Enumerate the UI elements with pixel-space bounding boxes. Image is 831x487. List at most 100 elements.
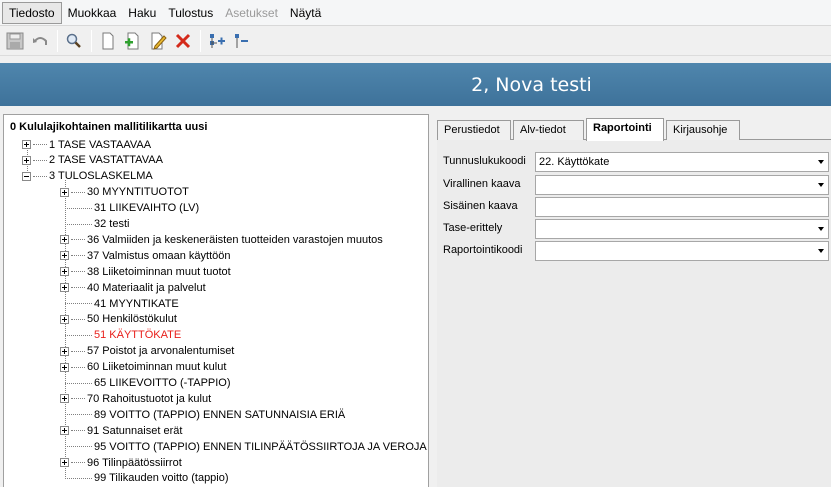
tree-node-label: 41 MYYNTIKATE xyxy=(94,297,179,310)
tree-node[interactable]: 2 TASE VASTATTAVAA xyxy=(22,153,163,168)
raportointikoodi-select[interactable] xyxy=(535,241,829,261)
tree-connector xyxy=(33,144,47,145)
tab-bar: Perustiedot Alv-tiedot Raportointi Kirjauso… xyxy=(437,118,831,141)
collapse-icon[interactable] xyxy=(22,171,31,181)
tree-node-label: 99 Tilikauden voitto (tappio) xyxy=(94,472,229,485)
tree-node-label: 30 MYYNTITUOTOT xyxy=(87,186,189,199)
expand-icon[interactable] xyxy=(60,362,69,372)
expand-tree-icon[interactable] xyxy=(205,29,229,53)
new-document-icon[interactable] xyxy=(96,29,120,53)
expand-icon[interactable] xyxy=(60,458,69,467)
collapse-tree-icon[interactable] xyxy=(230,29,254,53)
tree-node[interactable]: 31 LIIKEVAIHTO (LV) xyxy=(60,201,199,216)
tree-node[interactable]: 40 Materiaalit ja palvelut xyxy=(60,280,206,295)
tree-node-label: 38 Liiketoiminnan muut tuotot xyxy=(87,265,231,278)
tree-node-label: 89 VOITTO (TAPPIO) ENNEN SATUNNAISIA ERI… xyxy=(94,408,346,421)
tab-perustiedot[interactable]: Perustiedot xyxy=(437,120,511,140)
tree-connector xyxy=(65,414,92,416)
menu-item-asetukset: Asetukset xyxy=(225,5,278,20)
tree-connector xyxy=(71,350,85,352)
menu-bar: Tiedosto Muokkaa Haku Tulostus Asetukset Näyt… xyxy=(0,0,831,26)
menu-item-näytä[interactable]: Näytä xyxy=(284,3,327,23)
toolbar-separator xyxy=(200,30,201,52)
details-panel: Perustiedot Alv-tiedot Raportointi Kirjauso… xyxy=(437,114,831,487)
tree-node[interactable]: 30 MYYNTITUOTOT xyxy=(60,185,189,200)
expand-icon[interactable] xyxy=(60,346,69,356)
tree-connector xyxy=(71,239,85,241)
tree-node[interactable]: 1 TASE VASTAAVAA xyxy=(22,137,151,152)
tree-node[interactable]: 3 TULOSLASKELMA xyxy=(22,169,153,184)
tree-node-label: 2 TASE VASTATTAVAA xyxy=(49,154,163,167)
save-icon[interactable] xyxy=(3,29,27,53)
expand-icon[interactable] xyxy=(60,426,69,436)
tree-connector xyxy=(71,191,85,193)
tunnuslukukoodi-select[interactable]: 22. Käyttökate xyxy=(535,152,829,172)
tab-alv-tiedot[interactable]: Alv-tiedot xyxy=(513,120,584,140)
expand-icon[interactable] xyxy=(60,267,69,277)
undo-icon[interactable] xyxy=(28,29,52,53)
tree-connector xyxy=(33,175,47,177)
tree-node-label: 1 TASE VASTAAVAA xyxy=(49,138,152,151)
search-icon[interactable] xyxy=(62,29,86,53)
tree-node[interactable]: 41 MYYNTIKATE xyxy=(60,296,179,311)
tree-node-label: 50 Henkilöstökulut xyxy=(87,313,177,326)
tree-node[interactable]: 50 Henkilöstökulut xyxy=(60,312,177,327)
expand-icon[interactable] xyxy=(60,235,69,245)
virallinen-kaava-label: Virallinen kaava xyxy=(443,178,521,190)
tree-node-label: 57 Poistot ja arvonalentumiset xyxy=(87,345,235,358)
menu-item-muokkaa[interactable]: Muokkaa xyxy=(62,3,123,23)
tree-node[interactable]: 37 Valmistus omaan käyttöön xyxy=(60,248,230,263)
form-row: Sisäinen kaava xyxy=(443,197,829,217)
tree-node[interactable]: 38 Liiketoiminnan muut tuotot xyxy=(60,264,231,279)
form-row: Raportointikoodi xyxy=(443,241,829,261)
tree-node[interactable]: 51 KÄYTTÖKATE xyxy=(60,328,181,343)
tree-connector xyxy=(65,303,92,304)
raportointikoodi-label: Raportointikoodi xyxy=(443,244,523,256)
expand-icon[interactable] xyxy=(60,314,69,324)
tree-connector xyxy=(65,207,92,209)
tab-kirjausohje[interactable]: Kirjausohje xyxy=(666,120,740,140)
tree-connector xyxy=(71,430,85,432)
expand-icon[interactable] xyxy=(22,155,31,165)
tree-node[interactable]: 65 LIIKEVOITTO (-TAPPIO) xyxy=(60,376,231,391)
tree-node-label: 37 Valmistus omaan käyttöön xyxy=(87,249,231,262)
tree-connector xyxy=(71,366,85,368)
tree-node[interactable]: 36 Valmiiden ja keskeneräisten tuotteide… xyxy=(60,232,383,247)
tree-connector xyxy=(71,271,85,273)
tree-node[interactable]: 89 VOITTO (TAPPIO) ENNEN SATUNNAISIA ERI… xyxy=(60,407,345,422)
expand-icon[interactable] xyxy=(60,251,69,261)
expand-icon[interactable] xyxy=(60,283,69,293)
tree-node[interactable]: 32 testi xyxy=(60,217,129,232)
expand-icon[interactable] xyxy=(60,394,69,404)
tree-node[interactable]: 96 Tilinpäätössiirrot xyxy=(60,455,182,470)
tree-node[interactable]: 91 Satunnaiset erät xyxy=(60,423,182,438)
virallinen-kaava-select[interactable] xyxy=(535,175,829,195)
tree-connector xyxy=(65,382,92,384)
delete-icon[interactable] xyxy=(171,29,195,53)
tree-node[interactable]: 99 Tilikauden voitto (tappio) xyxy=(60,471,229,486)
form-row: Virallinen kaava xyxy=(443,175,829,195)
tree-node[interactable]: 57 Poistot ja arvonalentumiset xyxy=(60,344,234,359)
menu-item-tulostus[interactable]: Tulostus xyxy=(162,3,219,23)
tunnuslukukoodi-label: Tunnuslukukoodi xyxy=(443,155,526,167)
tree-node[interactable]: 95 VOITTO (TAPPIO) ENNEN TILINPÄÄTÖSSIIR… xyxy=(60,439,427,454)
tree-connector xyxy=(65,334,92,336)
expand-icon[interactable] xyxy=(60,187,69,197)
tree-root[interactable]: 0 Kululajikohtainen mallitilikartta uusi xyxy=(10,121,207,133)
tree-connector xyxy=(71,255,85,257)
sisäinen-kaava-input[interactable] xyxy=(535,197,829,217)
account-tree[interactable]: 0 Kululajikohtainen mallitilikartta uusi… xyxy=(3,114,429,487)
tab-raportointi[interactable]: Raportointi xyxy=(586,118,664,141)
tree-connector xyxy=(71,398,85,400)
menu-item-haku[interactable]: Haku xyxy=(122,3,162,23)
expand-icon[interactable] xyxy=(22,140,31,149)
tree-node[interactable]: 60 Liiketoiminnan muut kulut xyxy=(60,360,226,375)
edit-document-icon[interactable] xyxy=(146,29,170,53)
form-row: Tase-erittely xyxy=(443,219,829,239)
tase-erittely-label: Tase-erittely xyxy=(443,222,503,234)
add-document-icon[interactable] xyxy=(121,29,145,53)
tree-node[interactable]: 70 Rahoitustuotot ja kulut xyxy=(60,391,211,406)
toolbar-separator xyxy=(91,30,92,52)
menu-item-tiedosto[interactable]: Tiedosto xyxy=(2,1,62,24)
tase-erittely-select[interactable] xyxy=(535,219,829,239)
